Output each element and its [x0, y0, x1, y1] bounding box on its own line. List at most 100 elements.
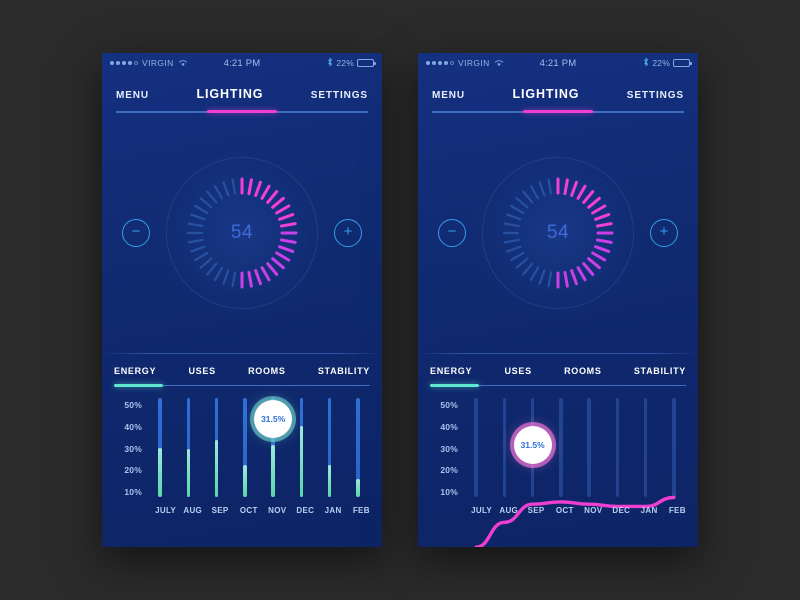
- increase-button-2[interactable]: +: [650, 218, 678, 247]
- bar-chart-x-axis: JULY AUG SEP OCT NOV DEC JAN FEB: [146, 499, 372, 521]
- status-right-2: 22%: [576, 57, 692, 69]
- bottom-tab-energy-2[interactable]: ENERGY: [430, 366, 472, 376]
- bottom-tab-rooms[interactable]: ROOMS: [248, 366, 286, 376]
- x-axis-label: JAN: [324, 505, 342, 515]
- minus-icon: −: [131, 223, 141, 240]
- x-axis-label: SEP: [211, 505, 229, 515]
- clock-label: 4:21 PM: [223, 57, 261, 69]
- decrease-button[interactable]: −: [122, 218, 150, 247]
- battery-icon: [357, 59, 376, 67]
- bottom-tab-stability-2[interactable]: STABILITY: [634, 366, 686, 376]
- bar-column[interactable]: [240, 398, 250, 497]
- tab-settings[interactable]: SETTINGS: [311, 90, 368, 101]
- tab-lighting-2[interactable]: LIGHTING: [512, 87, 579, 101]
- wifi-icon: [178, 59, 188, 67]
- decrease-button-2[interactable]: −: [438, 218, 466, 247]
- bar-column[interactable]: [353, 398, 363, 497]
- tab-menu[interactable]: MENU: [116, 90, 149, 101]
- bar-fill: [271, 444, 275, 497]
- y-axis-label: 50%: [440, 400, 458, 410]
- tab-settings-2[interactable]: SETTINGS: [627, 90, 684, 101]
- status-bar-2: VIRGIN 4:21 PM 22%: [418, 53, 698, 73]
- line-chart-plot-inner: 31.5%: [462, 398, 688, 497]
- y-axis-label: 10%: [440, 487, 458, 497]
- y-axis-label: 50%: [124, 400, 142, 410]
- bar-chart-plot: 31.5% JULY AUG SEP OCT NOV DEC JAN FEB: [146, 398, 372, 521]
- bottom-tab-uses-2[interactable]: USES: [504, 366, 531, 376]
- y-axis-label: 40%: [440, 421, 458, 432]
- phone-screen-bar: VIRGIN 4:21 PM 22% MENU LIGHTING SETTING…: [102, 53, 382, 547]
- bar-fill: [299, 425, 304, 497]
- app-canvas: VIRGIN 4:21 PM 22% MENU LIGHTING SETTING…: [0, 0, 800, 600]
- top-navigation-2: MENU LIGHTING SETTINGS: [418, 73, 698, 114]
- x-axis-label: AUG: [183, 505, 203, 515]
- y-axis-label: 10%: [124, 487, 142, 497]
- x-axis-label: OCT: [555, 505, 574, 515]
- lighting-dial-2[interactable]: 54: [488, 163, 628, 303]
- battery-percent-label-2: 22%: [652, 58, 670, 68]
- lighting-dial-section-2: 54 − +: [418, 113, 698, 353]
- lighting-dial-section: 54 − +: [102, 113, 382, 353]
- status-bar: VIRGIN 4:21 PM 22%: [102, 53, 382, 73]
- bar-fill: [356, 479, 360, 497]
- x-axis-label: DEC: [296, 505, 315, 515]
- x-axis-label: FEB: [352, 505, 370, 515]
- bar-chart-plot-inner: 31.5%: [146, 398, 372, 497]
- wifi-icon-2: [494, 59, 504, 67]
- bar-column[interactable]: [212, 398, 222, 497]
- lighting-dial[interactable]: 54: [172, 163, 312, 303]
- top-navigation-items-2: MENU LIGHTING SETTINGS: [432, 87, 684, 101]
- minus-icon-2: −: [447, 223, 457, 240]
- top-navigation: MENU LIGHTING SETTINGS: [102, 73, 382, 114]
- line-chart-plot: 31.5% JULY AUG SEP OCT NOV DEC JAN FEB: [462, 398, 688, 521]
- x-axis-label: NOV: [584, 505, 603, 515]
- top-navigation-items: MENU LIGHTING SETTINGS: [116, 87, 368, 101]
- bottom-tab-stability[interactable]: STABILITY: [318, 366, 370, 376]
- tab-menu-2[interactable]: MENU: [432, 90, 465, 101]
- signal-strength-icon: [110, 61, 138, 65]
- x-axis-label: AUG: [499, 505, 519, 515]
- bar-fill: [158, 447, 162, 497]
- y-axis-label: 20%: [440, 465, 458, 476]
- y-axis-label: 40%: [124, 421, 142, 432]
- y-axis-label: 20%: [124, 465, 142, 476]
- bottom-tab-rooms-2[interactable]: ROOMS: [564, 366, 602, 376]
- clock-label-2: 4:21 PM: [539, 57, 577, 69]
- phone-screen-line: VIRGIN 4:21 PM 22% MENU LIGHTING SETTING…: [418, 53, 698, 547]
- bar-fill: [243, 465, 247, 497]
- dial-value-label: 54: [230, 221, 254, 243]
- bar-column[interactable]: [325, 398, 335, 497]
- line-chart-series: [462, 398, 688, 547]
- plus-icon-2: +: [659, 223, 669, 240]
- bar-fill: [327, 465, 332, 497]
- bar-chart-tooltip[interactable]: 31.5%: [254, 399, 293, 438]
- battery-percent-label: 22%: [336, 58, 354, 68]
- x-axis-label: SEP: [527, 505, 545, 515]
- bar-column[interactable]: [155, 398, 165, 497]
- bar-chart-y-axis: 50% 40% 30% 20% 10%: [112, 398, 142, 521]
- x-axis-label: DEC: [612, 505, 631, 515]
- bar-column[interactable]: [296, 398, 306, 497]
- energy-line-chart: 50% 40% 30% 20% 10% 31.5% JULY AUG SEP OCT NOV DE…: [418, 386, 698, 521]
- carrier-label-2: VIRGIN: [458, 58, 490, 68]
- tab-lighting[interactable]: LIGHTING: [196, 87, 263, 101]
- status-right: 22%: [260, 57, 376, 69]
- battery-icon-2: [673, 59, 692, 67]
- bar-column[interactable]: [183, 398, 193, 497]
- status-left-2: VIRGIN: [426, 58, 540, 68]
- x-axis-label: FEB: [668, 505, 686, 515]
- x-axis-label: NOV: [268, 505, 287, 515]
- line-chart-x-axis: JULY AUG SEP OCT NOV DEC JAN FEB: [462, 499, 688, 521]
- line-chart-tooltip[interactable]: 31.5%: [513, 425, 552, 464]
- status-left: VIRGIN: [110, 58, 224, 68]
- increase-button[interactable]: +: [334, 218, 362, 247]
- carrier-label: VIRGIN: [142, 58, 174, 68]
- bottom-tabs-items-2: ENERGY USES ROOMS STABILITY: [430, 366, 686, 376]
- bottom-tabs-items: ENERGY USES ROOMS STABILITY: [114, 366, 370, 376]
- bluetooth-icon-2: [643, 57, 649, 69]
- plus-icon: +: [343, 223, 353, 240]
- y-axis-label: 30%: [124, 443, 142, 454]
- bar-fill: [214, 439, 219, 497]
- bottom-tab-energy[interactable]: ENERGY: [114, 366, 156, 376]
- bottom-tab-uses[interactable]: USES: [188, 366, 215, 376]
